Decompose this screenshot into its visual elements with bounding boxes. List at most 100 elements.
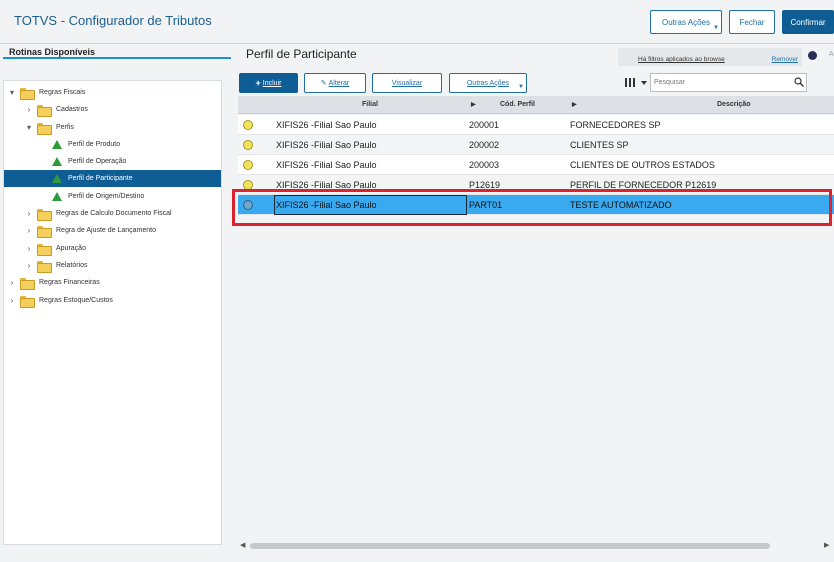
left-panel-header: Rotinas Disponíveis <box>0 44 232 64</box>
header-other-actions-button[interactable]: Outras Ações ▼ <box>650 10 722 34</box>
filter-notice-link[interactable]: Há filtros aplicados ao browse <box>638 56 725 63</box>
folder-icon <box>37 260 52 273</box>
remove-filter-link[interactable]: Remover <box>772 56 798 63</box>
tree-node-perfil-origem-destino[interactable]: Perfil de Origem/Destino <box>52 188 144 205</box>
tree-node-regras-financeiras[interactable]: › Regras Financeiras <box>8 274 100 291</box>
tree-node-perfil-operacao[interactable]: Perfil de Operação <box>52 153 126 170</box>
collapsed-chevron-icon[interactable]: › <box>25 261 33 270</box>
cell-filial: XIFIS26 -Filial Sao Paulo <box>276 120 377 130</box>
other-actions-label: Outras Ações <box>466 79 510 87</box>
include-label: Incluir <box>262 79 282 87</box>
collapsed-chevron-icon[interactable]: › <box>8 278 16 287</box>
horizontal-scrollbar[interactable]: ◀ ▶ <box>238 540 834 552</box>
tree-node-regras-estoque[interactable]: › Regras Estoque/Custos <box>8 292 113 309</box>
left-panel-title: Rotinas Disponíveis <box>9 47 96 57</box>
green-triangle-icon <box>52 157 62 166</box>
collapsed-chevron-icon[interactable]: › <box>25 244 33 253</box>
caret-down-icon: ▼ <box>713 25 719 31</box>
edit-label: Alterar <box>328 79 350 87</box>
green-triangle-icon <box>52 192 62 201</box>
collapsed-chevron-icon[interactable]: › <box>25 226 33 235</box>
sort-arrow-icon[interactable]: ▶ <box>572 101 577 108</box>
folder-icon <box>20 277 35 290</box>
yellow-status-icon <box>243 160 253 170</box>
tree-node-label: Regras de Calculo Documento Fiscal <box>56 210 172 217</box>
column-header-cod-perfil[interactable]: Cód. Perfil <box>500 101 535 108</box>
tree-node-label: Perfil de Operação <box>68 158 127 165</box>
yellow-status-icon <box>243 140 253 150</box>
cell-descricao: FORNECEDORES SP <box>570 120 661 130</box>
table-row[interactable]: XIFIS26 -Filial Sao Paulo 200003 CLIENTE… <box>238 155 834 175</box>
green-triangle-icon <box>52 140 62 149</box>
collapsed-chevron-icon[interactable]: › <box>8 296 16 305</box>
scroll-left-icon[interactable]: ◀ <box>240 541 245 549</box>
sort-arrow-icon[interactable]: ▶ <box>471 101 476 108</box>
other-actions-button[interactable]: Outras Ações ▼ <box>449 73 527 93</box>
dropdown-arrow-icon[interactable] <box>641 81 647 85</box>
tree-node-regras-fiscais[interactable]: ▾ Regras Fiscais <box>8 84 85 101</box>
search-input[interactable] <box>650 73 807 92</box>
header-other-actions-label: Outras Ações <box>661 17 711 27</box>
tree-node-relatorios[interactable]: › Relatórios <box>25 257 88 274</box>
caret-down-icon: ▼ <box>518 84 524 90</box>
expanded-chevron-icon[interactable]: ▾ <box>25 123 33 132</box>
tree-node-label: Perfil de Produto <box>68 141 121 148</box>
tree-node-perfil-produto[interactable]: Perfil de Produto <box>52 136 120 153</box>
folder-icon <box>20 295 35 308</box>
cell-cod-perfil: 200001 <box>469 120 500 130</box>
cell-descricao: CLIENTES SP <box>570 140 629 150</box>
circle-icon[interactable] <box>808 51 817 60</box>
folder-icon <box>37 104 52 117</box>
cell-filial: XIFIS26 -Filial Sao Paulo <box>276 140 377 150</box>
tree-node-label: Regras Fiscais <box>39 89 86 96</box>
column-header-filial[interactable]: Filial <box>362 101 378 108</box>
column-header-descricao[interactable]: Descrição <box>717 101 750 108</box>
search-icon[interactable] <box>794 77 804 87</box>
tree-node-label: Perfis <box>56 124 74 131</box>
filter-notice: Há filtros aplicados ao browse Remover <box>618 48 802 66</box>
table-row[interactable]: XIFIS26 -Filial Sao Paulo 200001 FORNECE… <box>238 115 834 135</box>
pencil-icon: ✎ <box>320 80 327 87</box>
include-button[interactable]: + Incluir <box>239 73 298 93</box>
tree-node-perfis[interactable]: ▾ Perfis <box>25 119 74 136</box>
cell-cod-perfil: 200002 <box>469 140 500 150</box>
yellow-status-icon <box>243 120 253 130</box>
tree-node-label: Cadastros <box>56 106 88 113</box>
scroll-thumb[interactable] <box>250 543 770 549</box>
tree-node-label: Apuração <box>56 245 86 252</box>
columns-icon[interactable] <box>625 76 637 88</box>
collapsed-chevron-icon[interactable]: › <box>25 209 33 218</box>
annotation-highlight-box <box>232 189 832 226</box>
collapsed-chevron-icon[interactable]: › <box>25 105 33 114</box>
routines-tree: ▾ Regras Fiscais › Cadastros ▾ Perfis Pe… <box>3 80 222 545</box>
grid-header: Filial ▶ Cód. Perfil ▶ Descrição <box>238 96 834 114</box>
folder-open-icon <box>20 87 35 100</box>
tree-node-apuracao[interactable]: › Apuração <box>25 240 86 257</box>
cell-cod-perfil: 200003 <box>469 160 500 170</box>
close-button[interactable]: Fechar <box>729 10 775 34</box>
tree-node-label: Perfil de Origem/Destino <box>68 193 145 200</box>
view-label: Visualizar <box>391 79 423 87</box>
truncated-text: A <box>829 51 834 58</box>
green-triangle-icon <box>52 174 62 183</box>
confirm-button[interactable]: Confirmar <box>782 10 834 34</box>
folder-icon <box>37 225 52 238</box>
tree-node-regra-ajuste[interactable]: › Regra de Ajuste de Lançamento <box>25 222 156 239</box>
expanded-chevron-icon[interactable]: ▾ <box>8 88 16 97</box>
tree-node-label: Regra de Ajuste de Lançamento <box>56 227 157 234</box>
top-header: TOTVS - Configurador de Tributos Outras … <box>0 0 834 44</box>
tree-node-label: Relatórios <box>56 262 88 269</box>
tree-node-cadastros[interactable]: › Cadastros <box>25 101 88 118</box>
cell-filial: XIFIS26 -Filial Sao Paulo <box>276 160 377 170</box>
table-row[interactable]: XIFIS26 -Filial Sao Paulo 200002 CLIENTE… <box>238 135 834 155</box>
app-title: TOTVS - Configurador de Tributos <box>14 13 212 28</box>
edit-button[interactable]: ✎ Alterar <box>304 73 366 93</box>
plus-icon: + <box>255 78 261 88</box>
cell-descricao: CLIENTES DE OUTROS ESTADOS <box>570 160 715 170</box>
tree-node-regras-calculo[interactable]: › Regras de Calculo Documento Fiscal <box>25 205 172 222</box>
scroll-right-icon[interactable]: ▶ <box>824 541 829 549</box>
tree-node-perfil-participante[interactable]: Perfil de Participante <box>4 170 221 187</box>
view-button[interactable]: Visualizar <box>372 73 442 93</box>
folder-open-icon <box>37 122 52 135</box>
tree-node-label: Perfil de Participante <box>68 175 133 182</box>
